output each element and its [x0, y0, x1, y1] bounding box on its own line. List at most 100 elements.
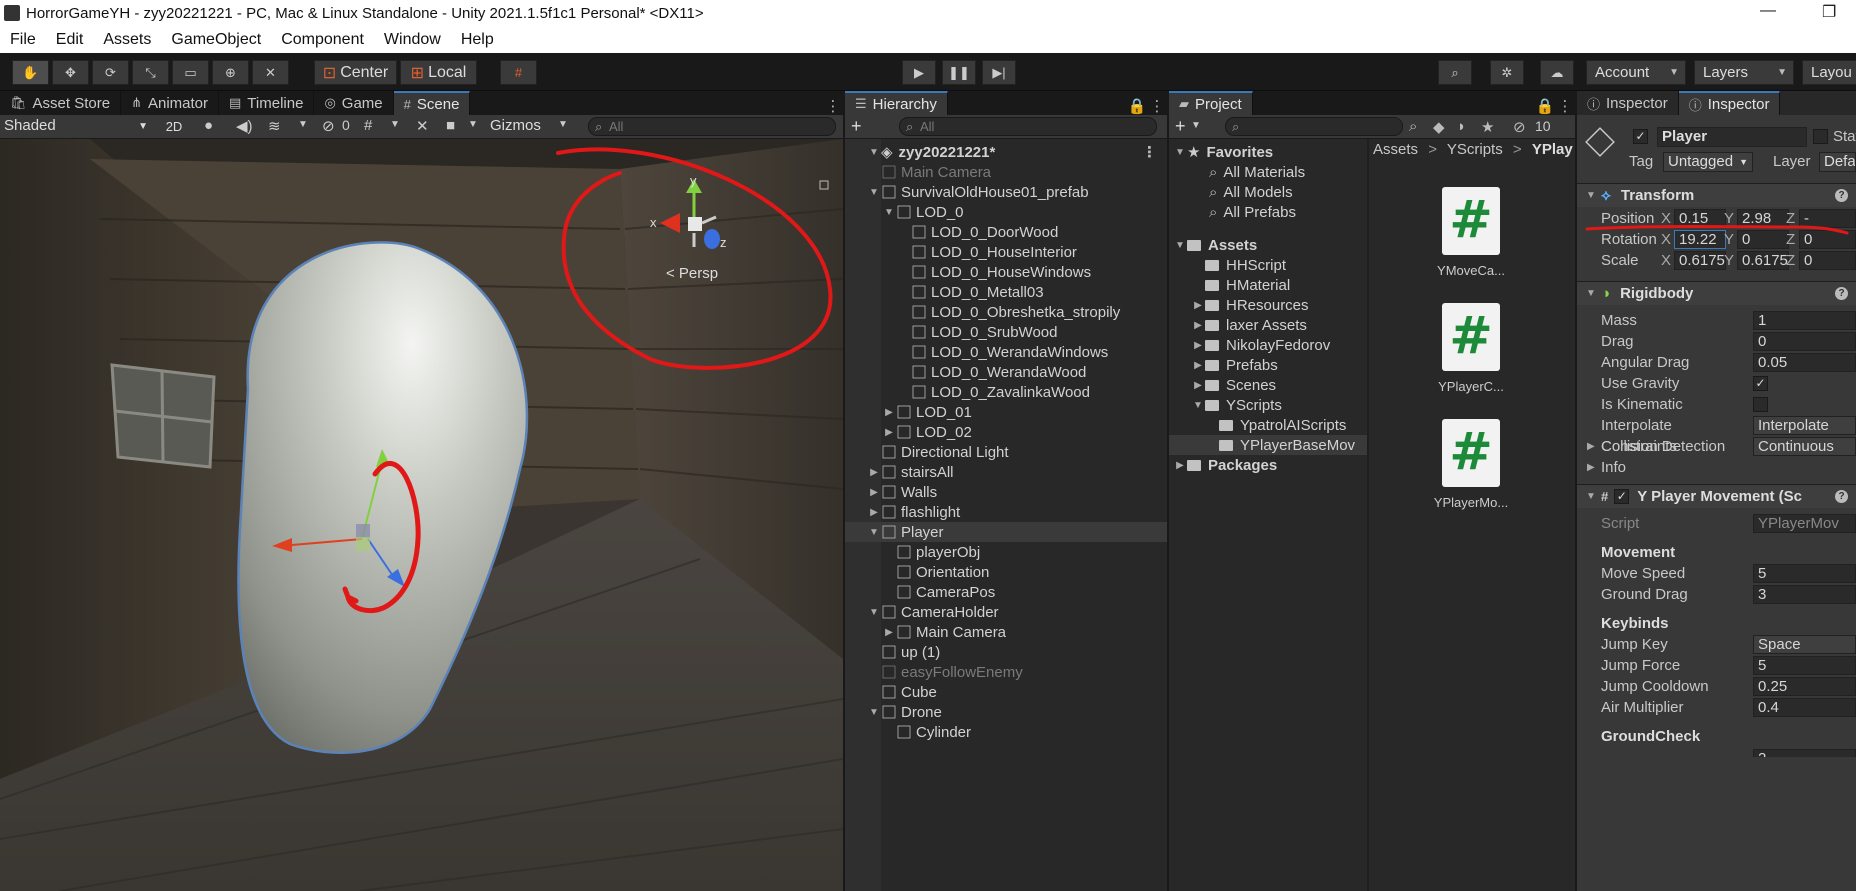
asset-item[interactable]: # YMoveCa...	[1411, 187, 1531, 278]
hierarchy-item[interactable]: LOD_0_SrubWood	[845, 322, 1167, 342]
scene-root-row[interactable]: ▼ ◈ zyy20221221* ⋮	[845, 142, 1167, 162]
rigidbody-header[interactable]: ▼ ◑ Rigidbody ?	[1577, 281, 1856, 305]
hierarchy-item[interactable]: ▼ Player	[845, 522, 1167, 542]
hierarchy-item[interactable]: Main Camera	[845, 162, 1167, 182]
lock-icon[interactable]: 🔒	[1127, 97, 1147, 115]
minimize-icon[interactable]: —	[1760, 2, 1776, 20]
chevron-right-icon[interactable]: ▶	[867, 487, 881, 498]
favorite-search-item[interactable]: ⌕ All Models	[1169, 182, 1367, 202]
menu-assets[interactable]: Assets	[93, 31, 161, 49]
hierarchy-item[interactable]: ▶ stairsAll	[845, 462, 1167, 482]
persp-toggle[interactable]: < Persp	[666, 265, 718, 282]
tab-asset-store[interactable]: 🛍 Asset Store	[0, 91, 122, 115]
lock-icon[interactable]: 🔒	[1535, 97, 1555, 115]
project-folder-item[interactable]: YPlayerBaseMov	[1169, 435, 1367, 455]
scale-y-field[interactable]: 0.6175	[1737, 251, 1789, 270]
hierarchy-item[interactable]: ▼ Drone	[845, 702, 1167, 722]
hierarchy-item[interactable]: Cylinder	[845, 722, 1167, 742]
transform-header[interactable]: ▼ ⟡ Transform ?	[1577, 183, 1856, 207]
gizmos-dropdown[interactable]: Gizmos	[490, 117, 541, 134]
label-icon[interactable]: ◗	[1457, 118, 1466, 135]
scene-search-input[interactable]: All	[588, 117, 836, 136]
hierarchy-item[interactable]: LOD_0_WerandaWindows	[845, 342, 1167, 362]
tab-scene[interactable]: # Scene	[393, 91, 471, 115]
project-folder-item[interactable]: HMaterial	[1169, 275, 1367, 295]
favorites-folder[interactable]: ▼ ★ Favorites	[1169, 142, 1367, 162]
rigidbody-field[interactable]: 0.05	[1753, 352, 1856, 372]
layout-dropdown[interactable]: Layou	[1802, 60, 1856, 85]
chevron-down-icon[interactable]: ▼	[867, 187, 881, 198]
hierarchy-item[interactable]: LOD_0_Obreshetka_stropily	[845, 302, 1167, 322]
assets-folder[interactable]: ▼ Assets	[1169, 235, 1367, 255]
chevron-down-icon[interactable]: ▼	[867, 707, 881, 718]
play-button[interactable]: ▶	[902, 60, 936, 85]
tab-timeline[interactable]: ▤ Timeline	[219, 91, 315, 115]
search-icon[interactable]: ⌕	[1438, 60, 1472, 85]
hierarchy-item[interactable]: ▶ Main Camera	[845, 622, 1167, 642]
transform-tool-icon[interactable]: ⊕	[212, 60, 249, 85]
chevron-down-icon[interactable]: ▼	[298, 119, 308, 130]
chevron-down-icon[interactable]: ▼	[867, 527, 881, 538]
breadcrumb-current[interactable]: YPlaye	[1532, 141, 1573, 158]
chevron-right-icon[interactable]: ▶	[882, 407, 896, 418]
tab-animator[interactable]: ⋔ Animator	[121, 91, 219, 115]
active-checkbox[interactable]: ✓	[1633, 129, 1648, 144]
project-folder-item[interactable]: ▶ laxer Assets	[1169, 315, 1367, 335]
rigidbody-field[interactable]: Interpolate	[1753, 415, 1856, 435]
chevron-right-icon[interactable]: ▶	[1191, 380, 1205, 391]
object-name-field[interactable]: Player	[1657, 127, 1807, 147]
pause-button[interactable]: ❚❚	[942, 60, 976, 85]
menu-window[interactable]: Window	[374, 31, 451, 49]
rigidbody-field[interactable]: 1	[1753, 310, 1856, 330]
constraints-foldout[interactable]: ▶ Constraints	[1577, 435, 1856, 457]
chevron-down-icon[interactable]: ▼	[558, 119, 568, 130]
collab-icon[interactable]: ✲	[1490, 60, 1524, 85]
tab-hierarchy[interactable]: ☰ Hierarchy	[845, 91, 948, 115]
project-folder-item[interactable]: HHScript	[1169, 255, 1367, 275]
tab-inspector-2[interactable]: ⓘ Inspector	[1678, 91, 1781, 115]
audio-icon[interactable]: ◀)	[236, 117, 253, 135]
layers-dropdown[interactable]: Layers ▼	[1694, 60, 1794, 85]
hand-tool-icon[interactable]: ✋	[12, 60, 49, 85]
hierarchy-item[interactable]: LOD_0_HouseInterior	[845, 242, 1167, 262]
breadcrumb-yscripts[interactable]: YScripts	[1447, 141, 1503, 158]
hidden-objects-icon[interactable]: ⊘	[322, 117, 335, 135]
help-icon[interactable]: ?	[1835, 287, 1848, 300]
grid-snap-icon[interactable]: #	[500, 60, 537, 85]
chevron-down-icon[interactable]: ▼	[882, 207, 896, 218]
hierarchy-item[interactable]: ▶ LOD_01	[845, 402, 1167, 422]
hierarchy-item[interactable]: up (1)	[845, 642, 1167, 662]
asset-item[interactable]: # YPlayerC...	[1411, 303, 1531, 394]
project-folder-item[interactable]: YpatrolAIScripts	[1169, 415, 1367, 435]
tag-dropdown[interactable]: Untagged ▼	[1663, 152, 1753, 172]
packages-folder[interactable]: ▶ Packages	[1169, 455, 1367, 475]
hierarchy-item[interactable]: playerObj	[845, 542, 1167, 562]
tools-icon[interactable]: ✕	[416, 117, 429, 135]
scale-tool-icon[interactable]: ⤡	[132, 60, 169, 85]
create-plus-icon[interactable]: +	[851, 116, 862, 137]
rect-tool-icon[interactable]: ▭	[172, 60, 209, 85]
hierarchy-item[interactable]: ▶ flashlight	[845, 502, 1167, 522]
move-tool-icon[interactable]: ✥	[52, 60, 89, 85]
asset-item[interactable]: # YPlayerMo...	[1411, 419, 1531, 510]
hierarchy-item[interactable]: LOD_0_HouseWindows	[845, 262, 1167, 282]
pivot-center-button[interactable]: ⊡ Center	[314, 60, 397, 85]
more-menu-icon[interactable]: ⋮	[1555, 97, 1575, 115]
chevron-down-icon[interactable]: ▼	[867, 607, 881, 618]
favorite-search-item[interactable]: ⌕ All Prefabs	[1169, 202, 1367, 222]
tab-game[interactable]: ◎ Game	[314, 91, 394, 115]
hierarchy-item[interactable]: ▼ LOD_0	[845, 202, 1167, 222]
create-plus-icon[interactable]: +	[1175, 116, 1186, 137]
lighting-icon[interactable]: ●	[204, 117, 213, 134]
project-folder-item[interactable]: ▶ Scenes	[1169, 375, 1367, 395]
more-menu-icon[interactable]: ⋮	[1147, 97, 1167, 115]
help-icon[interactable]: ?	[1835, 189, 1848, 202]
menu-file[interactable]: File	[0, 31, 46, 49]
hierarchy-item[interactable]: Directional Light	[845, 442, 1167, 462]
tab-project[interactable]: ▰ Project	[1169, 91, 1253, 115]
chevron-down-icon[interactable]: ▼	[1191, 120, 1201, 131]
rigidbody-checkbox[interactable]	[1753, 396, 1768, 412]
more-menu-icon[interactable]: ⋮	[823, 97, 843, 115]
cloud-icon[interactable]: ☁	[1540, 60, 1574, 85]
chevron-right-icon[interactable]: ▶	[1191, 360, 1205, 371]
